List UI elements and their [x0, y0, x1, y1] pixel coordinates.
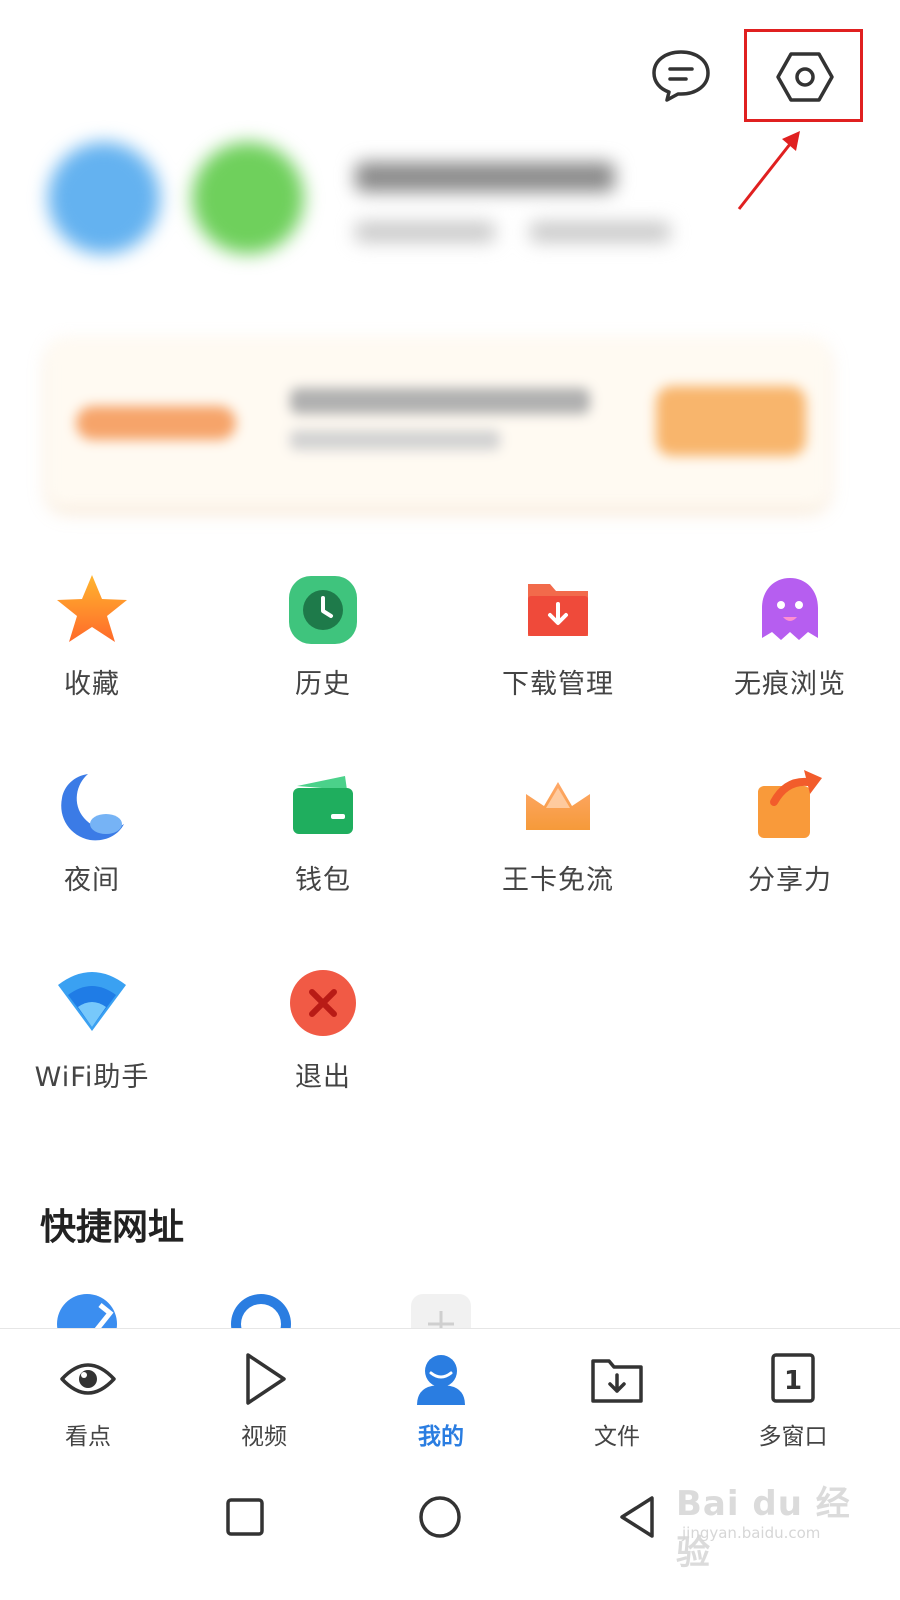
- grid-item-exit[interactable]: 退出: [223, 965, 423, 1094]
- blurred-username: [355, 162, 615, 192]
- tab-label: 看点: [65, 1424, 111, 1450]
- exit-icon: [290, 970, 356, 1036]
- secondary-avatar: [192, 142, 304, 254]
- share-box-icon: [758, 770, 822, 838]
- promo-card-blurred[interactable]: [48, 338, 828, 506]
- grid-item-history[interactable]: 历史: [223, 572, 423, 701]
- home-icon[interactable]: [415, 1492, 465, 1542]
- promo-subtitle: [290, 430, 500, 450]
- promo-action-button[interactable]: [656, 386, 806, 456]
- star-icon: [57, 575, 127, 642]
- tab-label: 我的: [418, 1424, 464, 1450]
- bottom-navigation: 看点 视频 我的 文件 1 多窗口: [0, 1328, 900, 1451]
- grid-item-wifi-assistant[interactable]: WiFi助手: [0, 965, 192, 1094]
- grid-item-favorites[interactable]: 收藏: [0, 572, 192, 701]
- grid-item-share-power[interactable]: 分享力: [690, 768, 890, 897]
- grid-item-label: 无痕浏览: [734, 669, 846, 700]
- clock-icon: [289, 576, 357, 644]
- window-count-badge: 1: [784, 1366, 802, 1396]
- crown-icon: [526, 782, 590, 830]
- grid-item-night-mode[interactable]: 夜间: [0, 768, 192, 897]
- wallet-icon: [293, 776, 353, 834]
- grid-item-label: 历史: [295, 669, 351, 700]
- grid-item-king-card[interactable]: 王卡免流: [458, 768, 658, 897]
- recent-apps-icon[interactable]: [220, 1492, 270, 1542]
- user-icon: [417, 1355, 465, 1405]
- add-quick-url-icon[interactable]: [410, 1293, 472, 1330]
- section-title: 快捷网址: [40, 1207, 185, 1248]
- grid-item-label: WiFi助手: [34, 1062, 150, 1093]
- tab-files[interactable]: 文件: [557, 1351, 677, 1451]
- tab-multi-window[interactable]: 1 多窗口: [733, 1351, 853, 1451]
- promo-tag: [76, 406, 236, 440]
- tab-label: 视频: [241, 1424, 287, 1450]
- grid-item-downloads[interactable]: 下载管理: [458, 572, 658, 701]
- tab-kandian[interactable]: 看点: [28, 1351, 148, 1451]
- play-icon: [246, 1353, 286, 1405]
- quick-url-list: [0, 1285, 900, 1330]
- quick-url-icon[interactable]: [230, 1293, 292, 1330]
- watermark-url: jingyan.baidu.com: [682, 1524, 821, 1542]
- grid-item-label: 分享力: [748, 865, 832, 896]
- grid-item-label: 下载管理: [502, 669, 614, 700]
- annotation-highlight-box: [744, 29, 863, 122]
- promo-title: [290, 388, 590, 414]
- tab-label: 文件: [594, 1424, 640, 1450]
- ghost-icon: [762, 578, 818, 640]
- watermark: Bai du 经验 jingyan.baidu.com: [676, 1468, 876, 1573]
- grid-item-incognito[interactable]: 无痕浏览: [690, 572, 890, 701]
- moon-icon: [61, 774, 124, 841]
- grid-item-label: 夜间: [64, 865, 120, 896]
- file-folder-icon: [591, 1359, 643, 1403]
- tab-video[interactable]: 视频: [204, 1351, 324, 1451]
- avatar: [48, 142, 160, 254]
- grid-item-label: 收藏: [64, 669, 120, 700]
- profile-header-blurred[interactable]: [40, 140, 840, 270]
- tab-label: 多窗口: [758, 1424, 828, 1450]
- chat-bubble-icon: [652, 50, 710, 102]
- blurred-subtitle: [530, 222, 670, 242]
- blurred-subtitle: [355, 222, 495, 242]
- wifi-icon: [58, 972, 126, 1031]
- tab-mine[interactable]: 我的: [381, 1351, 501, 1451]
- eye-icon: [60, 1363, 116, 1395]
- message-button[interactable]: [650, 48, 712, 104]
- grid-item-wallet[interactable]: 钱包: [223, 768, 423, 897]
- grid-item-label: 退出: [295, 1062, 351, 1093]
- quick-url-icon[interactable]: [56, 1293, 118, 1330]
- back-icon[interactable]: [612, 1492, 662, 1542]
- window-count-icon: 1: [771, 1353, 815, 1403]
- download-folder-icon: [528, 584, 588, 636]
- grid-item-label: 钱包: [295, 865, 351, 896]
- grid-item-label: 王卡免流: [502, 865, 614, 896]
